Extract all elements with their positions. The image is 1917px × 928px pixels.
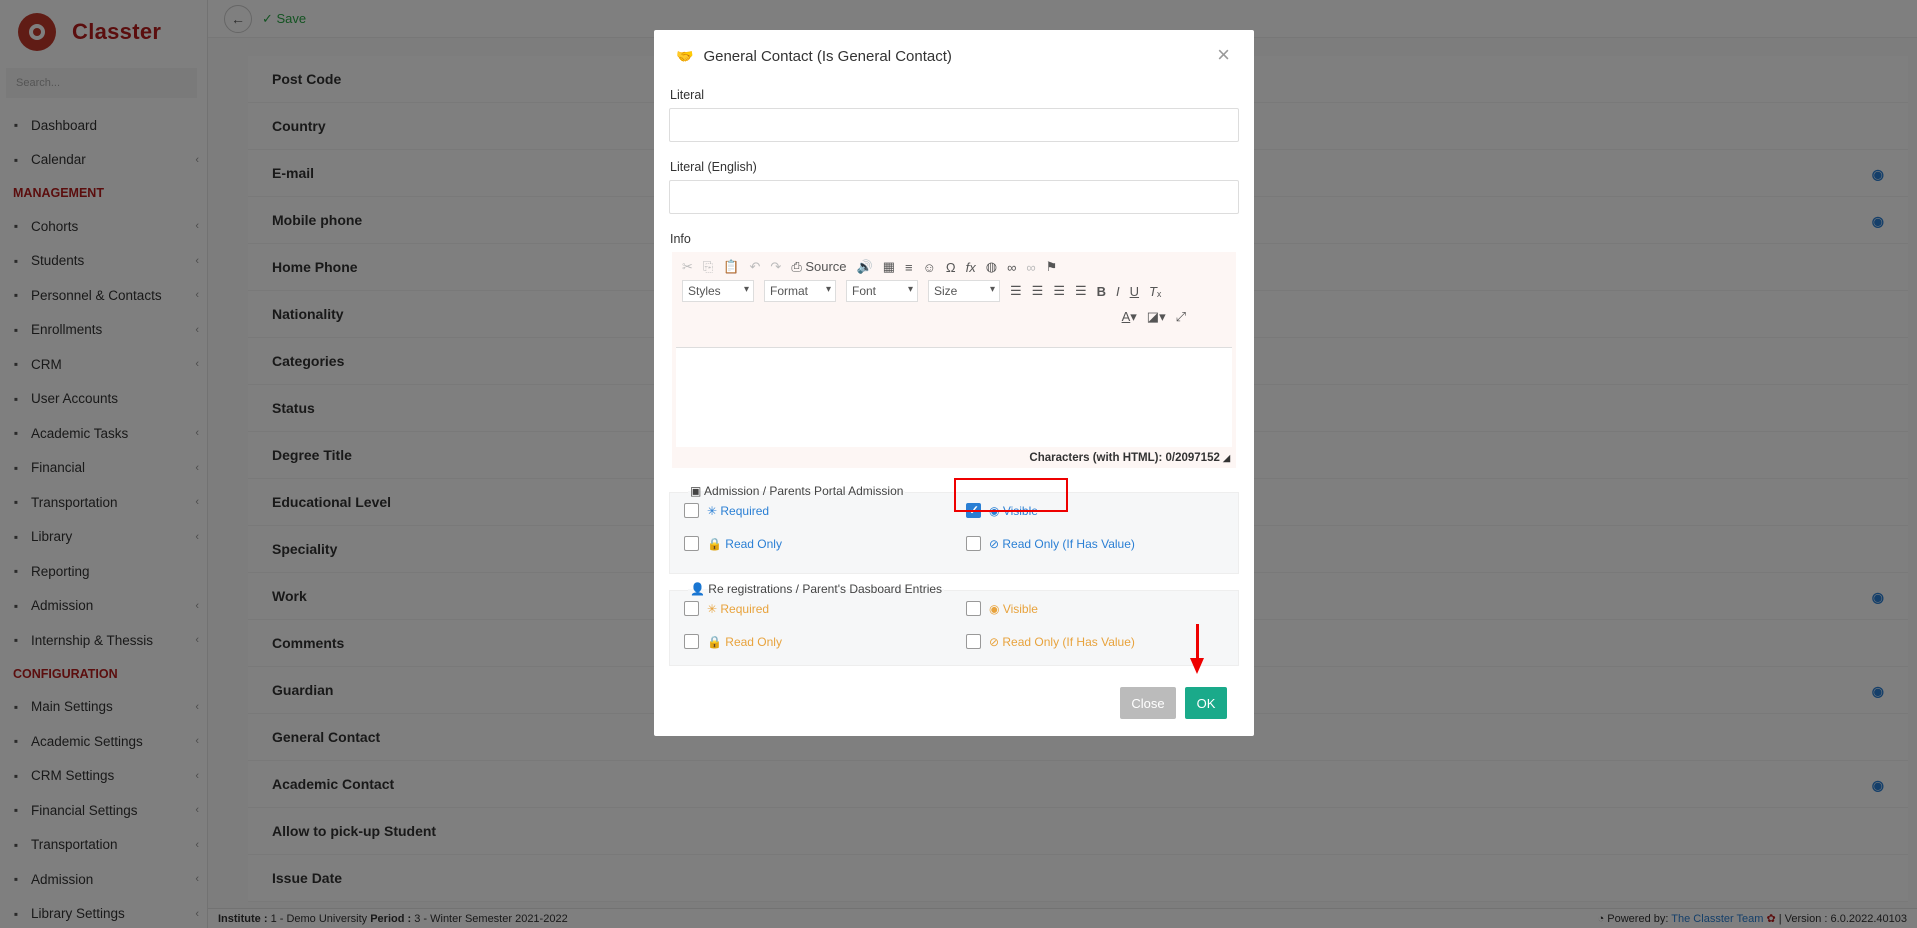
- user-edit-icon: 👤: [690, 582, 705, 596]
- source-icon: ⎙: [791, 259, 802, 274]
- rereg-required-checkbox[interactable]: [684, 601, 699, 616]
- editor-toolbar-row-2: Styles Format Font Size ☰ ☰ ☰ ☰ B I U Tₓ: [672, 278, 1236, 304]
- ban-icon: ⊘: [989, 536, 1003, 551]
- undo-icon[interactable]: ↶: [750, 259, 761, 275]
- id-card-icon: ▣: [690, 484, 702, 498]
- rereg-read-only-if-checkbox[interactable]: [966, 634, 981, 649]
- rereg-read-only-if-label: Read Only (If Has Value): [1002, 634, 1135, 649]
- admission-read-only-label: Read Only: [725, 536, 782, 551]
- unlink-icon[interactable]: ∞: [1026, 260, 1035, 275]
- admission-read-only-option[interactable]: 🔒 Read Only: [684, 536, 782, 551]
- annotation-arrow-icon: [1190, 624, 1204, 674]
- reregistration-legend-text: Re registrations / Parent's Dasboard Ent…: [708, 582, 943, 596]
- font-dropdown[interactable]: Font: [846, 280, 918, 302]
- asterisk-icon: ✳: [707, 601, 721, 616]
- admission-read-only-if-checkbox[interactable]: [966, 536, 981, 551]
- literal-label: Literal: [670, 88, 705, 102]
- handshake-icon: 🤝: [676, 47, 694, 64]
- close-button[interactable]: Close: [1120, 687, 1176, 719]
- flag-icon[interactable]: ⚑: [1046, 259, 1058, 275]
- audio-icon[interactable]: 🔊: [857, 259, 873, 275]
- ban-icon: ⊘: [989, 634, 1003, 649]
- align-center-icon[interactable]: ☰: [1032, 283, 1044, 299]
- admission-required-label: Required: [720, 503, 770, 518]
- underline-icon[interactable]: U: [1130, 284, 1139, 299]
- table-icon[interactable]: ▦: [883, 259, 895, 275]
- horizontal-line-icon[interactable]: ≡: [905, 260, 913, 275]
- remove-format-icon[interactable]: Tₓ: [1149, 284, 1161, 299]
- omega-icon[interactable]: Ω: [946, 260, 956, 275]
- admission-read-only-if-option[interactable]: ⊘ Read Only (If Has Value): [966, 536, 1135, 551]
- maximize-icon[interactable]: ⤢: [1176, 309, 1186, 325]
- cut-icon[interactable]: ✂: [682, 259, 693, 275]
- bold-icon[interactable]: B: [1097, 284, 1106, 299]
- literal-input[interactable]: [669, 108, 1239, 142]
- styles-dropdown[interactable]: Styles: [682, 280, 754, 302]
- format-dropdown[interactable]: Format: [764, 280, 836, 302]
- close-icon[interactable]: ×: [1217, 44, 1230, 66]
- italic-icon[interactable]: I: [1116, 284, 1120, 299]
- align-right-icon[interactable]: ☰: [1053, 283, 1065, 299]
- rereg-read-only-option[interactable]: 🔒 Read Only: [684, 634, 782, 649]
- source-label: Source: [805, 259, 847, 274]
- background-color-icon[interactable]: ◪▾: [1147, 309, 1166, 325]
- eye-icon: ◉: [989, 601, 1003, 616]
- admission-read-only-if-label: Read Only (If Has Value): [1002, 536, 1135, 551]
- rereg-read-only-label: Read Only: [725, 634, 782, 649]
- rereg-visible-option[interactable]: ◉ Visible: [966, 601, 1038, 616]
- admission-portal-legend: ▣ Admission / Parents Portal Admission: [688, 484, 906, 498]
- admission-required-checkbox[interactable]: [684, 503, 699, 518]
- rereg-read-only-if-option[interactable]: ⊘ Read Only (If Has Value): [966, 634, 1135, 649]
- visible-highlight-box: [954, 478, 1068, 512]
- rereg-visible-label: Visible: [1002, 601, 1038, 616]
- rereg-visible-checkbox[interactable]: [966, 601, 981, 616]
- link-icon[interactable]: ∞: [1007, 260, 1016, 275]
- admission-required-option[interactable]: ✳ Required: [684, 503, 769, 518]
- align-left-icon[interactable]: ☰: [1010, 283, 1022, 299]
- lock-icon: 🔒: [707, 634, 726, 649]
- paste-icon[interactable]: 📋: [723, 259, 739, 275]
- size-dropdown[interactable]: Size: [928, 280, 1000, 302]
- smiley-icon[interactable]: ☺: [923, 260, 936, 275]
- lock-icon: 🔒: [707, 536, 726, 551]
- rereg-required-label: Required: [720, 601, 770, 616]
- source-button[interactable]: ⎙ Source: [791, 259, 846, 275]
- editor-toolbar-row-1: ✂ ⎘ 📋 ↶ ↷ ⎙ Source 🔊 ▦ ≡ ☺ Ω fx ◍ ∞ ∞ ⚑: [672, 252, 1236, 278]
- rich-text-editor: ✂ ⎘ 📋 ↶ ↷ ⎙ Source 🔊 ▦ ≡ ☺ Ω fx ◍ ∞ ∞ ⚑ …: [672, 252, 1236, 468]
- rereg-read-only-checkbox[interactable]: [684, 634, 699, 649]
- literal-english-label: Literal (English): [670, 160, 757, 174]
- reregistration-legend: 👤 Re registrations / Parent's Dasboard E…: [688, 582, 945, 596]
- admission-portal-legend-text: Admission / Parents Portal Admission: [704, 484, 904, 498]
- reregistration-group: 👤 Re registrations / Parent's Dasboard E…: [669, 582, 1239, 666]
- field-settings-modal: 🤝 General Contact (Is General Contact) ×…: [654, 30, 1254, 736]
- modal-title: General Contact (Is General Contact): [703, 47, 952, 65]
- editor-char-count: Characters (with HTML): 0/2097152 ◢: [1029, 452, 1230, 464]
- info-label: Info: [670, 232, 691, 246]
- resize-handle-icon[interactable]: ◢: [1223, 453, 1230, 463]
- editor-toolbar-row-3: A▾ ◪▾ ⤢: [672, 304, 1236, 330]
- modal-header: 🤝 General Contact (Is General Contact) ×: [654, 30, 1254, 82]
- formula-icon[interactable]: fx: [966, 260, 976, 275]
- globe-icon[interactable]: ◍: [986, 259, 997, 275]
- char-count-text: Characters (with HTML): 0/2097152: [1029, 452, 1220, 464]
- redo-icon[interactable]: ↷: [770, 259, 781, 275]
- ok-button[interactable]: OK: [1185, 687, 1227, 719]
- copy-icon[interactable]: ⎘: [703, 259, 713, 275]
- admission-read-only-checkbox[interactable]: [684, 536, 699, 551]
- literal-english-input[interactable]: [669, 180, 1239, 214]
- rereg-required-option[interactable]: ✳ Required: [684, 601, 769, 616]
- editor-content-area[interactable]: [676, 347, 1232, 447]
- align-justify-icon[interactable]: ☰: [1075, 283, 1087, 299]
- text-color-icon[interactable]: A▾: [1122, 309, 1137, 325]
- asterisk-icon: ✳: [707, 503, 721, 518]
